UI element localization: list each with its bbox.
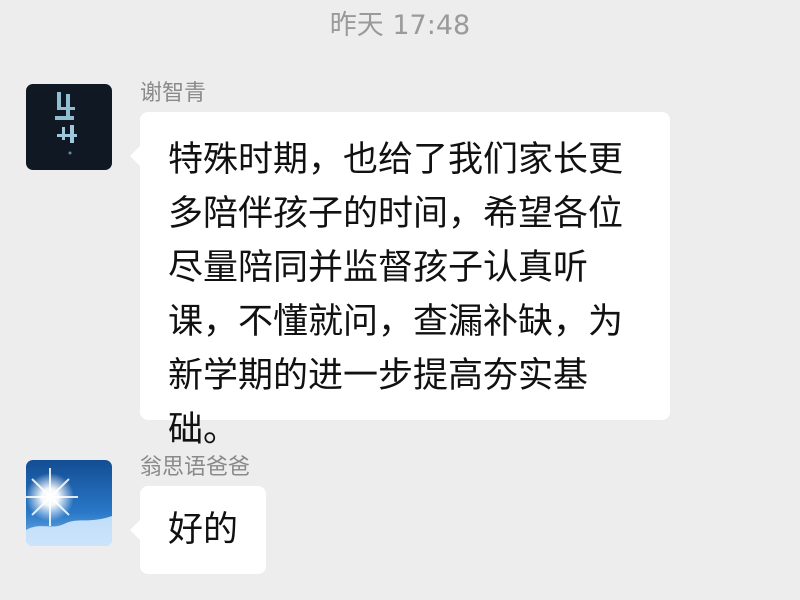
- dark-calligraphy-avatar-icon[interactable]: [26, 84, 112, 170]
- sender-name: 谢智青: [140, 81, 207, 106]
- sun-sky-avatar-icon[interactable]: [26, 460, 112, 546]
- sender-name: 翁思语爸爸: [140, 455, 251, 480]
- message-bubble[interactable]: 好的: [129, 486, 267, 574]
- message-timestamp: 昨天 17:48: [329, 10, 471, 41]
- message-bubble[interactable]: 特殊时期，也给了我们家长更 多陪伴孩子的时间，希望各位 尽量陪同并监督孩子认真听…: [130, 112, 670, 450]
- chat-history[interactable]: 昨天 17:48 谢智青 特殊时期，也给了我们家长更 多陪伴孩子的时间，希望各位…: [0, 0, 800, 600]
